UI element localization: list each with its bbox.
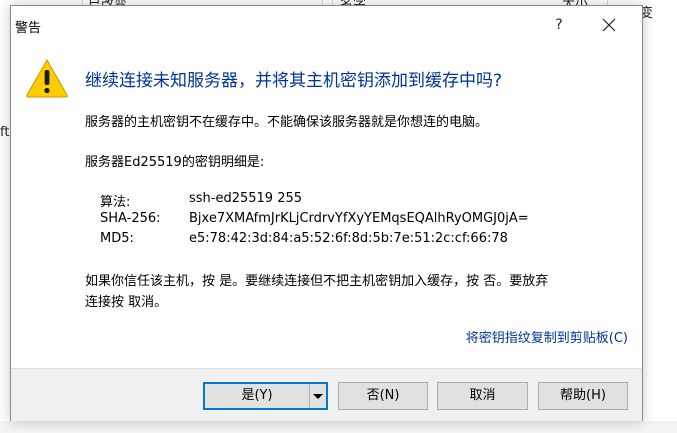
help-button-titlebar[interactable]: ? (546, 12, 572, 38)
cancel-button[interactable]: 取消 (437, 382, 528, 410)
instructions-line-2: 连接按 取消。 (85, 295, 168, 310)
algorithm-label: 算法: (100, 195, 131, 210)
background-text-fragment: ft (0, 125, 10, 140)
sha256-value: Bjxe7XMAfmJrKLjCrdrvYfXyYEMqsEQAlhRyOMGJ… (189, 211, 529, 226)
chevron-down-icon (313, 394, 323, 399)
dialog-button-bar: 是(Y) 否(N) 取消 帮助(H) (11, 368, 642, 421)
instructions-line-1: 如果你信任该主机，按 是。要继续连接但不把主机密钥加入缓存，按 否。要放弃 (85, 274, 549, 289)
help-button[interactable]: 帮助(H) (538, 382, 628, 410)
algorithm-value: ssh-ed25519 255 (189, 191, 303, 206)
yes-dropdown-button[interactable] (310, 384, 326, 408)
warning-triangle-icon (26, 58, 68, 98)
close-button[interactable] (596, 12, 622, 38)
close-icon (602, 18, 616, 32)
no-button[interactable]: 否(N) (338, 382, 428, 410)
dialog-title: 警告 (15, 21, 42, 36)
background-statusbar (0, 421, 677, 433)
copy-fingerprint-link[interactable]: 将密钥指纹复制到剪贴板(C) (466, 327, 628, 346)
md5-value: e5:78:42:3d:84:a5:52:6f:8d:5b:7e:51:2c:c… (189, 231, 508, 246)
yes-button[interactable]: 是(Y) (205, 384, 309, 408)
host-key-warning-dialog: 警告 ? 继续连接未知服务器，并将其主机密钥添加到缓存中吗? 服务器的主机密钥不… (10, 5, 643, 421)
sha256-label: SHA-256: (100, 211, 161, 226)
key-details-intro: 服务器Ed25519的密钥明细是: (85, 155, 265, 170)
yes-split-button[interactable]: 是(Y) (203, 382, 328, 410)
dialog-heading: 继续连接未知服务器，并将其主机密钥添加到缓存中吗? (85, 71, 503, 91)
md5-label: MD5: (100, 231, 134, 246)
dialog-titlebar[interactable]: 警告 ? (11, 6, 642, 44)
cache-warning-text: 服务器的主机密钥不在缓存中。不能确保该服务器就是你想连的电脑。 (85, 115, 489, 130)
